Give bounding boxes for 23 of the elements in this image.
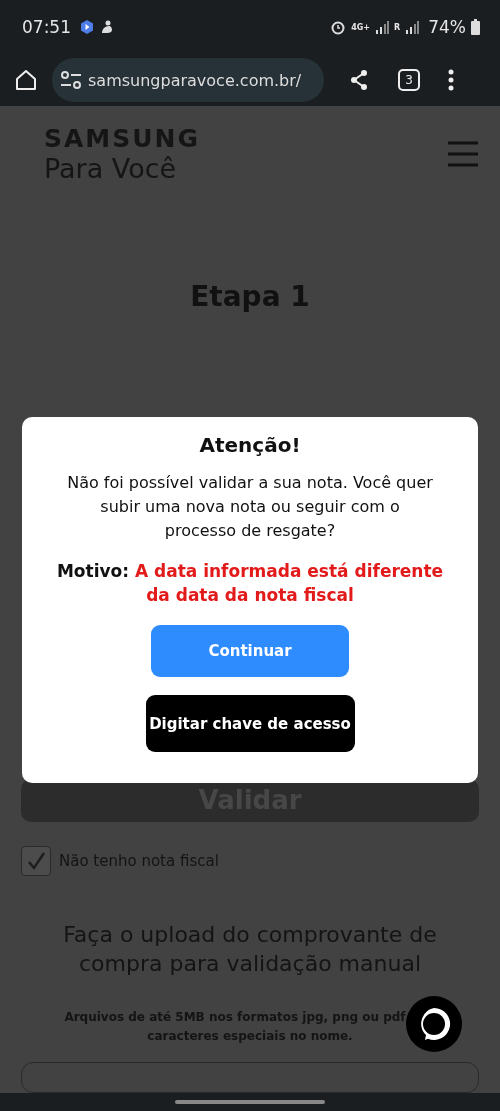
dialog-message: Não foi possível validar a sua nota. Você quer subir uma nova nota ou seguir com o processo de resgate? xyxy=(66,472,434,542)
share-icon[interactable] xyxy=(348,69,370,91)
network-label: 4G+ xyxy=(351,22,371,32)
battery-icon xyxy=(471,19,480,35)
home-handle[interactable] xyxy=(175,1100,325,1104)
menu-icon[interactable] xyxy=(448,69,454,91)
roaming-label: R xyxy=(394,22,401,32)
dialog-title: Atenção! xyxy=(199,433,301,457)
chat-button[interactable] xyxy=(406,996,462,1052)
alarm-icon xyxy=(330,19,347,35)
battery-level: 74% xyxy=(428,17,466,37)
file-field[interactable] xyxy=(21,1061,479,1093)
dialog-reason: Motivo: A data informada está diferente da data da nota fiscal xyxy=(55,560,445,607)
status-time: 07:51 xyxy=(22,17,71,37)
tab-count-button[interactable]: 3 xyxy=(398,69,420,91)
signal-icon xyxy=(375,20,390,34)
home-icon[interactable] xyxy=(14,68,38,92)
address-bar[interactable]: samsungparavoce.com.br/ xyxy=(52,58,324,102)
signal-icon xyxy=(405,20,420,34)
site-settings-icon[interactable] xyxy=(60,71,82,89)
notification-icon xyxy=(100,19,114,35)
access-key-button[interactable]: Digitar chave de acesso xyxy=(145,695,355,752)
play-app-icon xyxy=(79,19,95,35)
